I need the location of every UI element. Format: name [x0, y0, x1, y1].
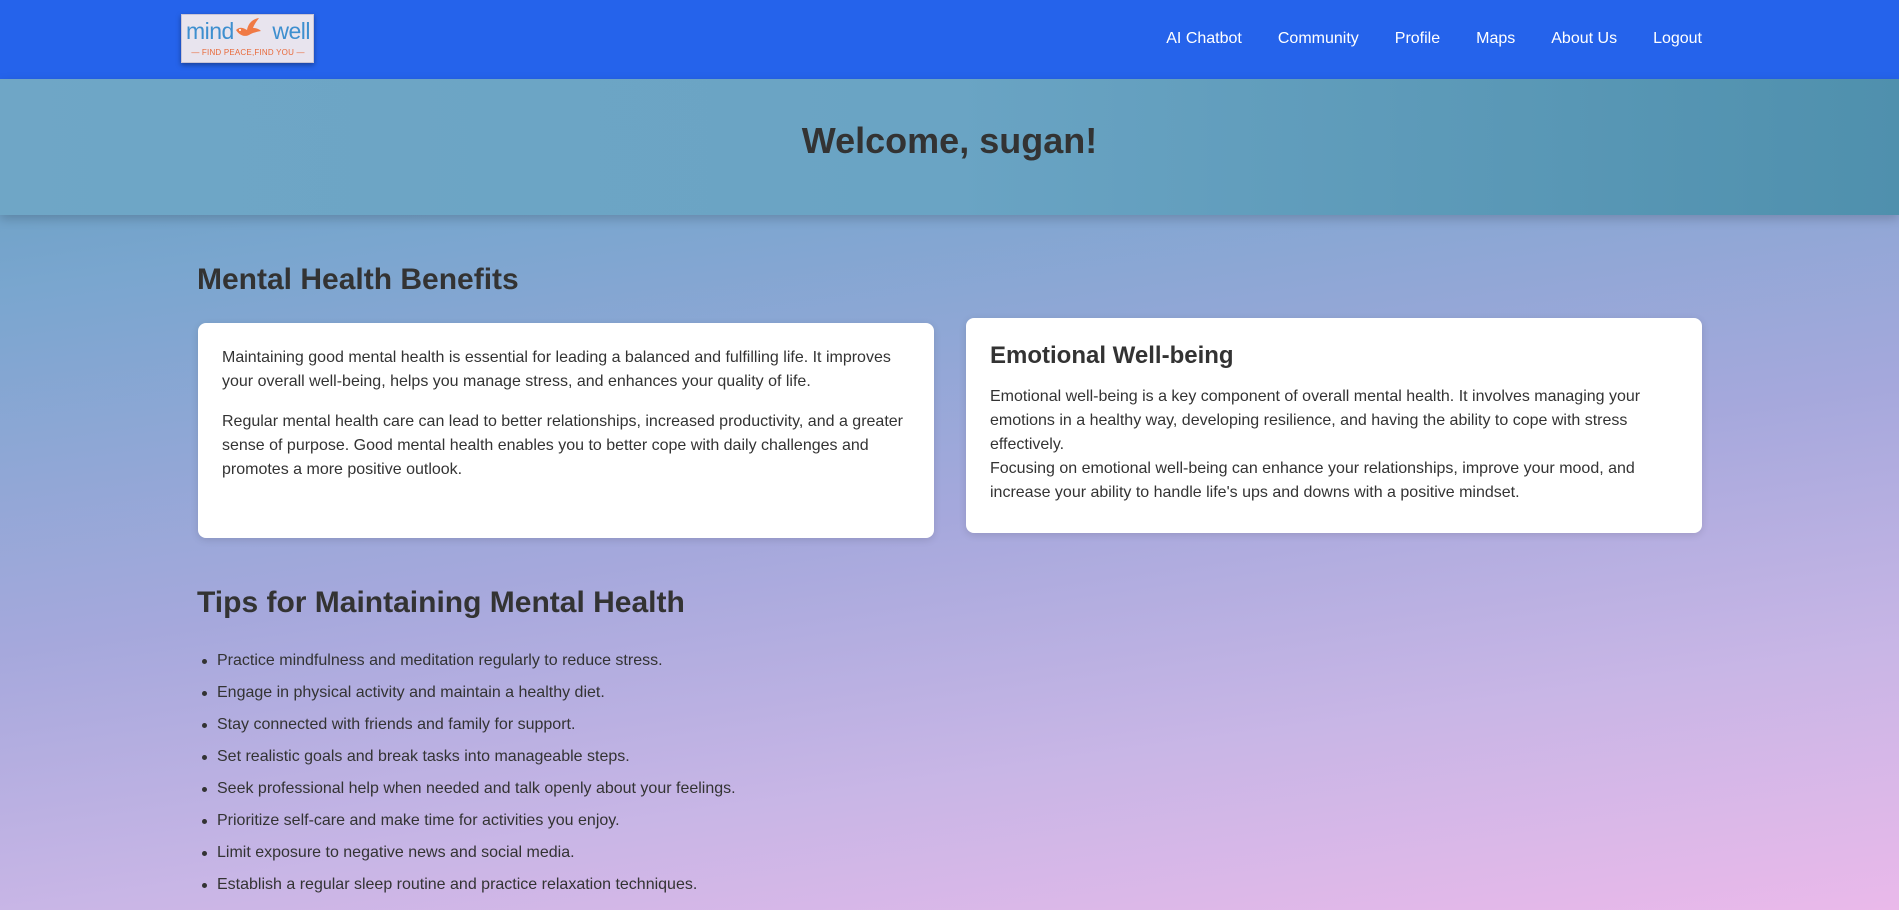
list-item: Prioritize self-care and make time for a…: [197, 805, 1097, 837]
list-item: Limit exposure to negative news and soci…: [197, 837, 1097, 869]
tips-heading: Tips for Maintaining Mental Health: [197, 586, 685, 619]
nav-about-us[interactable]: About Us: [1533, 0, 1635, 79]
list-item: Seek professional help when needed and t…: [197, 773, 1097, 805]
list-item: Engage in physical activity and maintain…: [197, 677, 1097, 709]
tips-list: Practice mindfulness and meditation regu…: [197, 645, 1097, 901]
top-navbar: mind well — FIND PEACE,FIND YOU — AI Cha…: [0, 0, 1899, 79]
nav-maps[interactable]: Maps: [1458, 0, 1533, 79]
benefits-card: Maintaining good mental health is essent…: [198, 323, 934, 538]
benefits-paragraph-1: Maintaining good mental health is essent…: [222, 349, 891, 390]
bird-icon: [236, 18, 261, 36]
welcome-heading: Welcome, sugan!: [801, 120, 1098, 161]
list-item: Stay connected with friends and family f…: [197, 709, 1097, 741]
emotional-wellbeing-paragraph-1: Emotional well-being is a key component …: [990, 388, 1641, 453]
logo-word-mind: mind: [186, 18, 234, 44]
nav-ai-chatbot[interactable]: AI Chatbot: [1148, 0, 1260, 79]
benefits-heading: Mental Health Benefits: [197, 263, 519, 296]
nav-logout[interactable]: Logout: [1635, 0, 1702, 79]
logo-word-well: well: [272, 18, 310, 44]
emotional-wellbeing-card: Emotional Well-being Emotional well-bein…: [966, 318, 1702, 533]
welcome-banner: Welcome, sugan!: [0, 79, 1899, 215]
list-item: Set realistic goals and break tasks into…: [197, 741, 1097, 773]
mindwell-logo[interactable]: mind well — FIND PEACE,FIND YOU —: [181, 14, 314, 63]
benefits-paragraph-2: Regular mental health care can lead to b…: [222, 413, 903, 478]
main-nav: AI Chatbot Community Profile Maps About …: [1148, 0, 1702, 79]
emotional-wellbeing-paragraph-2: Focusing on emotional well-being can enh…: [990, 460, 1635, 501]
nav-community[interactable]: Community: [1260, 0, 1377, 79]
nav-profile[interactable]: Profile: [1377, 0, 1458, 79]
logo-tagline: — FIND PEACE,FIND YOU —: [191, 48, 305, 57]
emotional-wellbeing-title: Emotional Well-being: [990, 342, 1234, 369]
list-item: Practice mindfulness and meditation regu…: [197, 645, 1097, 677]
list-item: Establish a regular sleep routine and pr…: [197, 869, 1097, 901]
